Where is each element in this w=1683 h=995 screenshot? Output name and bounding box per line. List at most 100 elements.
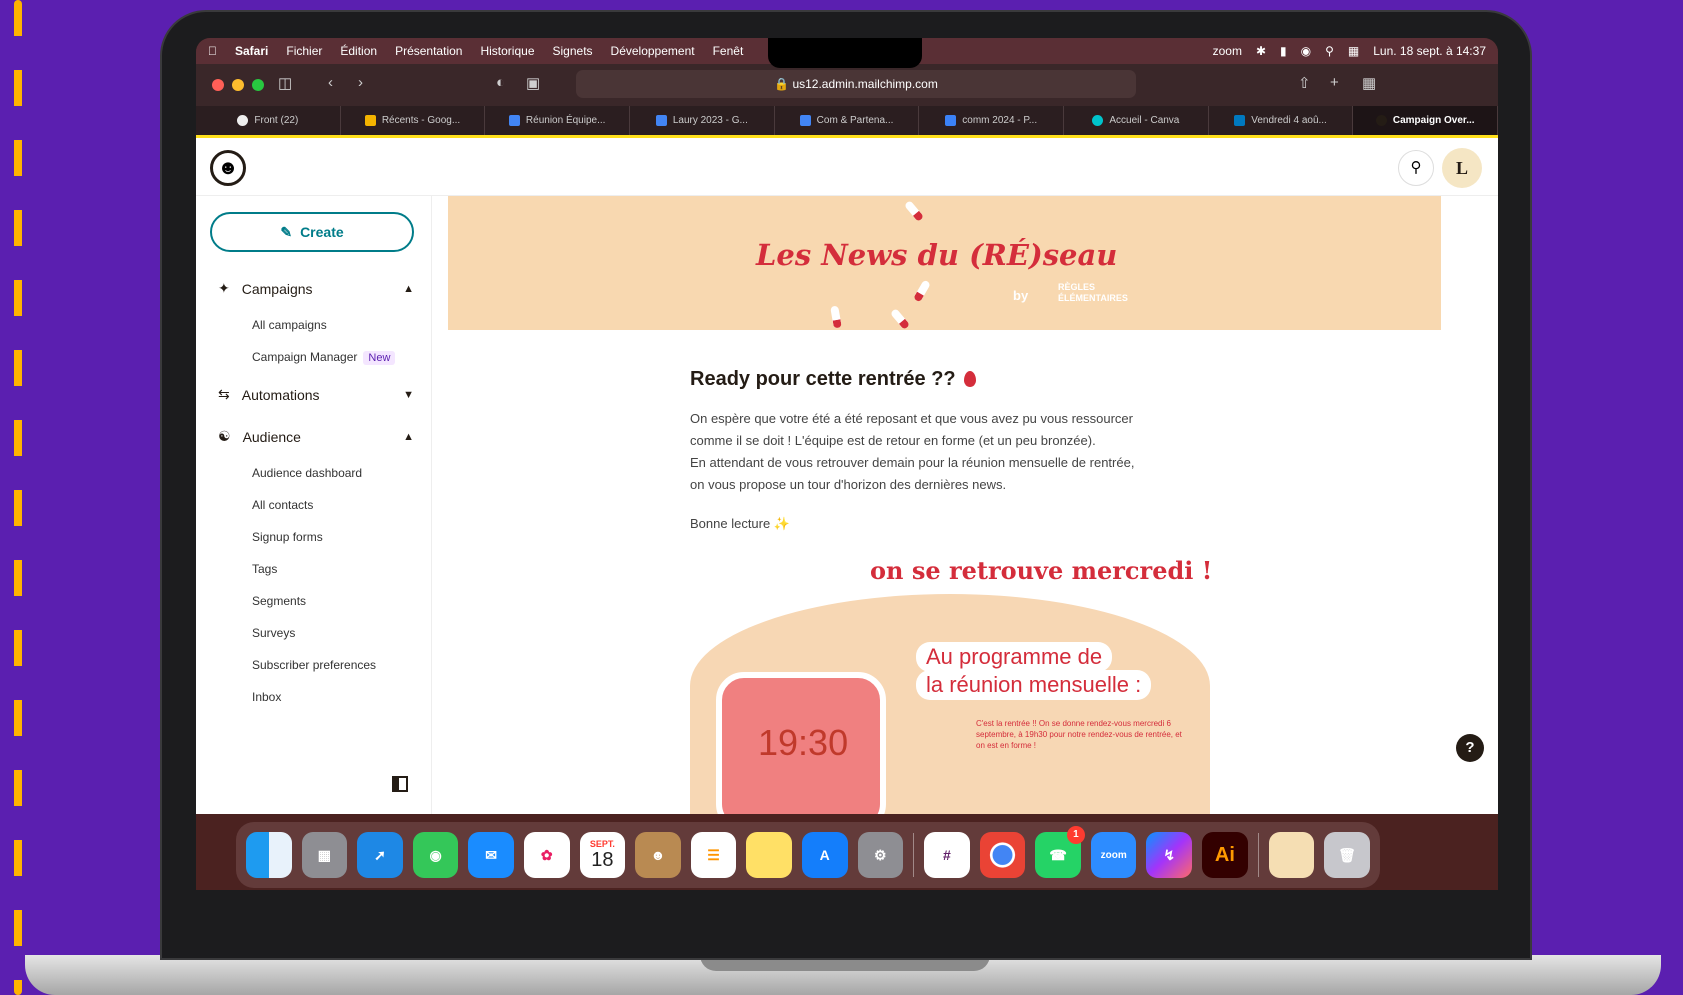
docs-favicon-icon bbox=[508, 115, 520, 126]
spotlight-icon[interactable]: ⚲ bbox=[1325, 44, 1334, 58]
finder-icon[interactable] bbox=[246, 832, 292, 878]
contacts-icon[interactable]: ☻ bbox=[635, 832, 681, 878]
menubar-datetime[interactable]: Lun. 18 sept. à 14:37 bbox=[1373, 44, 1486, 58]
menubar-item-fenetre[interactable]: Fenêt bbox=[713, 44, 744, 58]
tab-front[interactable]: Front (22) bbox=[196, 106, 341, 135]
menubar-item-historique[interactable]: Historique bbox=[480, 44, 534, 58]
notes-icon[interactable] bbox=[746, 832, 792, 878]
zoom-status-label[interactable]: zoom bbox=[1213, 44, 1242, 58]
program-heading-line2: la réunion mensuelle : bbox=[916, 670, 1152, 700]
phone-illustration: 19:30 bbox=[716, 672, 886, 814]
create-button[interactable]: ✎ Create bbox=[210, 212, 414, 252]
illustrator-icon[interactable]: Ai bbox=[1202, 832, 1248, 878]
mailchimp-logo-icon[interactable]: ☻ bbox=[210, 150, 246, 186]
tab-google-drive[interactable]: Récents - Goog... bbox=[341, 106, 486, 135]
canva-favicon-icon bbox=[1092, 115, 1104, 126]
app-store-icon[interactable]: A bbox=[801, 832, 848, 878]
docs-favicon-icon bbox=[655, 115, 667, 126]
trello-favicon-icon bbox=[1234, 115, 1246, 126]
menubar-item-signets[interactable]: Signets bbox=[553, 44, 593, 58]
search-button[interactable]: ⚲ bbox=[1398, 150, 1434, 186]
tab-trello[interactable]: Vendredi 4 aoû... bbox=[1209, 106, 1354, 135]
reminders-icon[interactable]: ☰ bbox=[690, 832, 737, 878]
chevron-up-icon: ▲ bbox=[403, 282, 414, 295]
sidebar-section-campaigns[interactable]: ✦ Campaigns ▲ bbox=[218, 280, 414, 297]
blood-drop-icon bbox=[963, 371, 976, 387]
collapse-sidebar-icon[interactable] bbox=[392, 776, 408, 792]
drive-favicon-icon bbox=[364, 115, 376, 126]
tab-reunion-equipe[interactable]: Réunion Équipe... bbox=[485, 106, 631, 135]
messenger-icon[interactable]: ↯ bbox=[1146, 832, 1193, 878]
sidebar-toggle-icon[interactable]: ◫ bbox=[278, 74, 292, 92]
new-tab-icon[interactable]: + bbox=[1330, 74, 1339, 91]
tab-com-partena[interactable]: Com & Partena... bbox=[775, 106, 920, 135]
tab-favicon-icon bbox=[237, 115, 249, 126]
help-button[interactable]: ? bbox=[1456, 734, 1484, 762]
sidebar: ✎ Create ✦ Campaigns ▲ All campaigns Cam… bbox=[196, 196, 432, 814]
close-window-button[interactable] bbox=[212, 79, 224, 91]
zoom-window-button[interactable] bbox=[252, 79, 264, 91]
bluetooth-icon[interactable]: ✱ bbox=[1256, 44, 1266, 58]
forward-arrow-icon[interactable]: › bbox=[358, 74, 363, 91]
address-bar[interactable]: 🔒 us12.admin.mailchimp.com bbox=[576, 70, 1136, 98]
chrome-icon[interactable] bbox=[979, 832, 1026, 878]
menubar-item-presentation[interactable]: Présentation bbox=[395, 44, 462, 58]
mail-icon[interactable]: ✉ bbox=[468, 832, 514, 878]
sidebar-item-inbox[interactable]: Inbox bbox=[252, 690, 281, 704]
notification-badge: 1 bbox=[1066, 826, 1085, 844]
wifi-icon[interactable]: ◉ bbox=[1301, 44, 1311, 58]
zoom-app-icon[interactable]: zoom bbox=[1090, 832, 1137, 878]
menubar-app-name[interactable]: Safari bbox=[235, 44, 268, 58]
slides-favicon-icon bbox=[945, 115, 957, 126]
sidebar-item-surveys[interactable]: Surveys bbox=[252, 626, 295, 640]
sidebar-item-tags[interactable]: Tags bbox=[252, 562, 277, 576]
messages-icon[interactable]: ◉ bbox=[412, 832, 459, 878]
macos-dock: ▦ ➚ ◉ ✉ ✿ SEPT. 18 ☻ ☰ A ⚙ # ☎ 1 zoom ↯ A… bbox=[236, 822, 1380, 888]
decorative-dashed-line bbox=[14, 0, 22, 995]
tab-comm-2024[interactable]: comm 2024 - P... bbox=[919, 106, 1065, 135]
share-icon[interactable]: ⇧ bbox=[1298, 74, 1311, 92]
phone-time: 19:30 bbox=[758, 722, 849, 763]
sidebar-item-campaign-manager[interactable]: Campaign Manager New bbox=[252, 350, 396, 365]
system-settings-icon[interactable]: ⚙ bbox=[857, 832, 904, 878]
calendar-icon[interactable]: SEPT. 18 bbox=[579, 832, 626, 878]
sidebar-item-all-contacts[interactable]: All contacts bbox=[252, 498, 313, 512]
photos-icon[interactable]: ✿ bbox=[523, 832, 570, 878]
minimize-window-button[interactable] bbox=[232, 79, 244, 91]
sidebar-section-automations[interactable]: ⇆ Automations ▼ bbox=[218, 386, 414, 403]
launchpad-icon[interactable]: ▦ bbox=[301, 832, 348, 878]
tab-overview-icon[interactable]: ▦ bbox=[1362, 74, 1376, 92]
slack-icon[interactable]: # bbox=[924, 832, 970, 878]
battery-icon[interactable]: ▮ bbox=[1280, 44, 1287, 58]
downloads-stack-icon[interactable] bbox=[1268, 832, 1315, 878]
app-topbar: ☻ ⚲ L bbox=[196, 138, 1498, 196]
tab-laury-2023[interactable]: Laury 2023 - G... bbox=[630, 106, 775, 135]
menubar-item-developpement[interactable]: Développement bbox=[611, 44, 695, 58]
email-sign-off: Bonne lecture ✨ bbox=[690, 516, 791, 531]
promo-description: C'est la rentrée !! On se donne rendez-v… bbox=[976, 719, 1182, 750]
privacy-shield-icon[interactable]: ◐ bbox=[496, 74, 505, 91]
sidebar-item-signup-forms[interactable]: Signup forms bbox=[252, 530, 323, 544]
dock-separator bbox=[1257, 833, 1259, 877]
menubar-item-fichier[interactable]: Fichier bbox=[286, 44, 322, 58]
safari-icon[interactable]: ➚ bbox=[357, 832, 403, 878]
sidebar-section-audience[interactable]: ☯ Audience ▲ bbox=[218, 428, 414, 445]
trash-icon[interactable]: 🗑 bbox=[1324, 832, 1370, 878]
apple-icon[interactable]:  bbox=[208, 44, 217, 58]
control-center-icon[interactable]: ▦ bbox=[1348, 44, 1359, 58]
browser-tab-bar: Front (22) Récents - Goog... Réunion Équ… bbox=[196, 106, 1498, 138]
chevron-down-icon: ▼ bbox=[403, 388, 414, 401]
banner-by-text: by bbox=[1013, 288, 1029, 303]
user-avatar[interactable]: L bbox=[1442, 148, 1482, 188]
sidebar-item-audience-dashboard[interactable]: Audience dashboard bbox=[252, 466, 362, 480]
sidebar-item-subscriber-preferences[interactable]: Subscriber preferences bbox=[252, 658, 376, 672]
whatsapp-icon[interactable]: ☎ 1 bbox=[1035, 826, 1085, 878]
sidebar-item-segments[interactable]: Segments bbox=[252, 594, 306, 608]
window-controls bbox=[212, 79, 264, 91]
back-arrow-icon[interactable]: ‹ bbox=[328, 74, 333, 91]
notion-extension-icon[interactable]: ▣ bbox=[526, 74, 540, 92]
menubar-item-edition[interactable]: Édition bbox=[340, 44, 377, 58]
sidebar-item-all-campaigns[interactable]: All campaigns bbox=[252, 318, 327, 332]
tab-canva[interactable]: Accueil - Canva bbox=[1064, 106, 1209, 135]
tab-campaign-overview[interactable]: Campaign Over... bbox=[1353, 106, 1498, 135]
